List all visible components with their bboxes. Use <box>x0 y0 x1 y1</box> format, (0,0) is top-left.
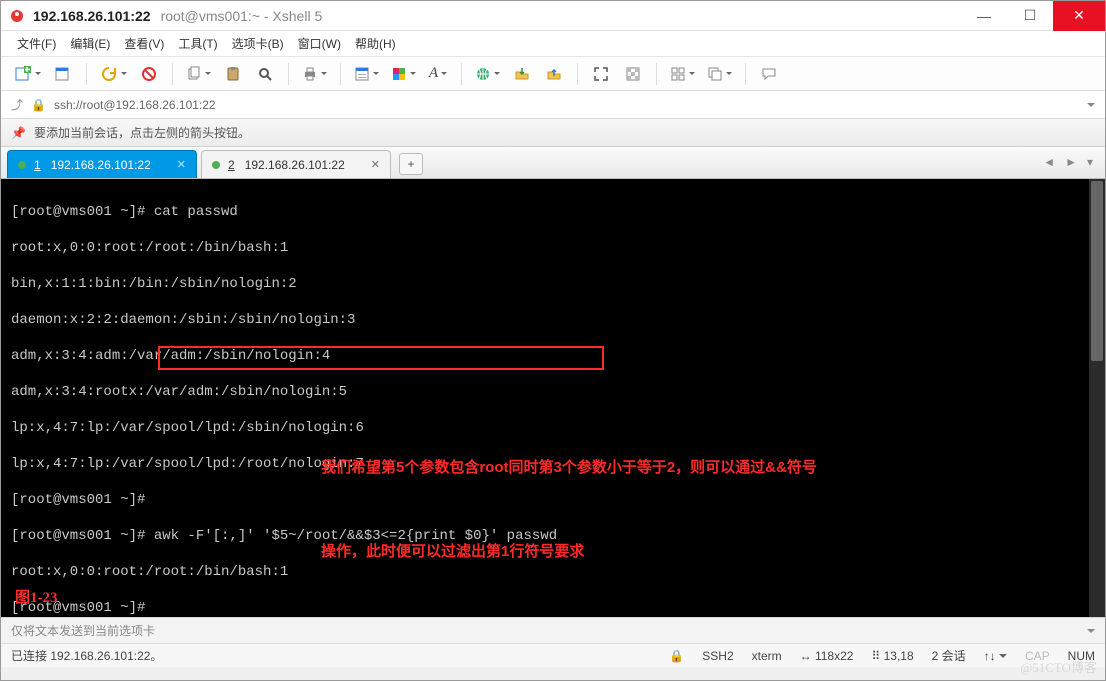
color-scheme-button[interactable] <box>388 61 419 87</box>
close-button[interactable]: ✕ <box>1053 1 1105 31</box>
cascade-button[interactable] <box>704 61 735 87</box>
reconnect-button[interactable] <box>97 61 130 87</box>
menu-edit[interactable]: 编辑(E) <box>70 35 110 52</box>
tab-next-icon[interactable]: ► <box>1061 153 1081 171</box>
terminal-line: daemon:x:2:2:daemon:/sbin:/sbin/nologin:… <box>11 311 1097 329</box>
new-file-transfer-button[interactable] <box>541 61 567 87</box>
add-session-arrow-icon[interactable]: ⤴ <box>11 96 23 113</box>
annotation-text: 我们希望第5个参数包含root同时第3个参数小于等于2，则可以通过&&符号 操作… <box>321 403 817 617</box>
tab-close-icon[interactable]: ✕ <box>177 158 186 171</box>
tab-bar: 1 192.168.26.101:22 ✕ 2 192.168.26.101:2… <box>1 147 1105 179</box>
address-dropdown-icon[interactable] <box>1087 103 1095 111</box>
toolbar-separator <box>745 63 746 85</box>
tab-number: 2 <box>228 158 235 172</box>
session-tab-1[interactable]: 1 192.168.26.101:22 ✕ <box>7 150 197 178</box>
session-tab-2[interactable]: 2 192.168.26.101:22 ✕ <box>201 150 391 178</box>
app-icon <box>9 8 25 24</box>
pin-icon[interactable]: 📌 <box>11 126 26 140</box>
transparency-button[interactable] <box>620 61 646 87</box>
compose-placeholder: 仅将文本发送到当前选项卡 <box>11 622 155 639</box>
compose-bar[interactable]: 仅将文本发送到当前选项卡 <box>1 617 1105 643</box>
web-button[interactable] <box>472 61 503 87</box>
tab-label: 192.168.26.101:22 <box>51 158 151 172</box>
terminal-line: adm,x:3:4:rootx:/var/adm:/sbin/nologin:5 <box>11 383 1097 401</box>
tab-label: 192.168.26.101:22 <box>245 158 345 172</box>
menu-window[interactable]: 窗口(W) <box>298 35 341 52</box>
address-url[interactable]: ssh://root@192.168.26.101:22 <box>54 98 1079 112</box>
paste-button[interactable] <box>220 61 246 87</box>
toolbar-separator <box>461 63 462 85</box>
status-cap: CAP <box>1025 649 1050 663</box>
terminal-line: bin,x:1:1:bin:/bin:/sbin/nologin:2 <box>11 275 1097 293</box>
status-dot-icon <box>18 161 26 169</box>
status-cursor: 13,18 <box>884 649 914 663</box>
print-button[interactable] <box>299 61 330 87</box>
minimize-button[interactable]: — <box>961 1 1007 31</box>
file-transfer-button[interactable] <box>509 61 535 87</box>
find-button[interactable] <box>252 61 278 87</box>
status-bar: 已连接 192.168.26.101:22。 🔒 SSH2 xterm ↔ 11… <box>1 643 1105 667</box>
status-term: xterm <box>752 649 782 663</box>
disconnect-button[interactable] <box>136 61 162 87</box>
resize-icon: ↔ <box>800 649 812 663</box>
cursor-pos-icon: ⠿ <box>871 649 880 663</box>
status-dot-icon <box>212 161 220 169</box>
lock-icon: 🔒 <box>669 649 684 663</box>
fullscreen-button[interactable] <box>588 61 614 87</box>
toolbar-separator <box>577 63 578 85</box>
status-sessions: 2 会话 <box>932 647 966 664</box>
menu-view[interactable]: 查看(V) <box>124 35 164 52</box>
font-button[interactable]: A <box>425 61 451 87</box>
title-bar: 192.168.26.101:22 root@vms001:~ - Xshell… <box>1 1 1105 31</box>
chat-button[interactable] <box>756 61 782 87</box>
tip-bar: 📌 要添加当前会话，点击左侧的箭头按钮。 <box>1 119 1105 147</box>
tab-close-icon[interactable]: ✕ <box>371 158 380 171</box>
menu-help[interactable]: 帮助(H) <box>355 35 396 52</box>
compose-dropdown-icon[interactable] <box>1087 629 1095 637</box>
menu-tabs[interactable]: 选项卡(B) <box>232 35 284 52</box>
toolbar-separator <box>288 63 289 85</box>
copy-button[interactable] <box>183 61 214 87</box>
terminal-line: root:x,0:0:root:/root:/bin/bash:1 <box>11 239 1097 257</box>
window-title-sub: root@vms001:~ - Xshell 5 <box>161 8 323 24</box>
sessions-icon: ↑↓ <box>984 649 996 663</box>
tile-button[interactable] <box>667 61 698 87</box>
tab-nav: ◄ ► ▾ <box>1039 153 1097 171</box>
status-num: NUM <box>1068 649 1095 663</box>
status-connection: 已连接 192.168.26.101:22。 <box>11 647 162 664</box>
scrollbar-thumb[interactable] <box>1091 181 1103 361</box>
menu-file[interactable]: 文件(F) <box>17 35 56 52</box>
toolbar-separator <box>86 63 87 85</box>
open-session-button[interactable] <box>50 61 76 87</box>
lock-icon: 🔒 <box>31 98 46 112</box>
toolbar-separator <box>172 63 173 85</box>
figure-label: 图1-23 <box>15 589 58 607</box>
add-tab-button[interactable]: + <box>399 153 423 175</box>
maximize-button[interactable]: ☐ <box>1007 1 1053 31</box>
window-title-main: 192.168.26.101:22 <box>33 8 151 24</box>
tip-text: 要添加当前会话，点击左侧的箭头按钮。 <box>34 124 250 141</box>
menu-tools[interactable]: 工具(T) <box>178 35 217 52</box>
properties-button[interactable] <box>351 61 382 87</box>
toolbar-separator <box>656 63 657 85</box>
menu-bar: 文件(F) 编辑(E) 查看(V) 工具(T) 选项卡(B) 窗口(W) 帮助(… <box>1 31 1105 57</box>
tab-list-icon[interactable]: ▾ <box>1083 153 1097 171</box>
terminal-line: adm,x:3:4:adm:/var/adm:/sbin/nologin:4 <box>11 347 1097 365</box>
tab-number: 1 <box>34 158 41 172</box>
terminal-scrollbar[interactable] <box>1089 179 1105 617</box>
address-bar: ⤴ 🔒 ssh://root@192.168.26.101:22 <box>1 91 1105 119</box>
terminal-line: [root@vms001 ~]# cat passwd <box>11 203 1097 221</box>
toolbar: A <box>1 57 1105 91</box>
status-protocol: SSH2 <box>702 649 733 663</box>
terminal[interactable]: [root@vms001 ~]# cat passwd root:x,0:0:r… <box>1 179 1105 617</box>
toolbar-separator <box>340 63 341 85</box>
new-session-button[interactable] <box>11 61 44 87</box>
tab-prev-icon[interactable]: ◄ <box>1039 153 1059 171</box>
status-size: 118x22 <box>815 649 853 663</box>
